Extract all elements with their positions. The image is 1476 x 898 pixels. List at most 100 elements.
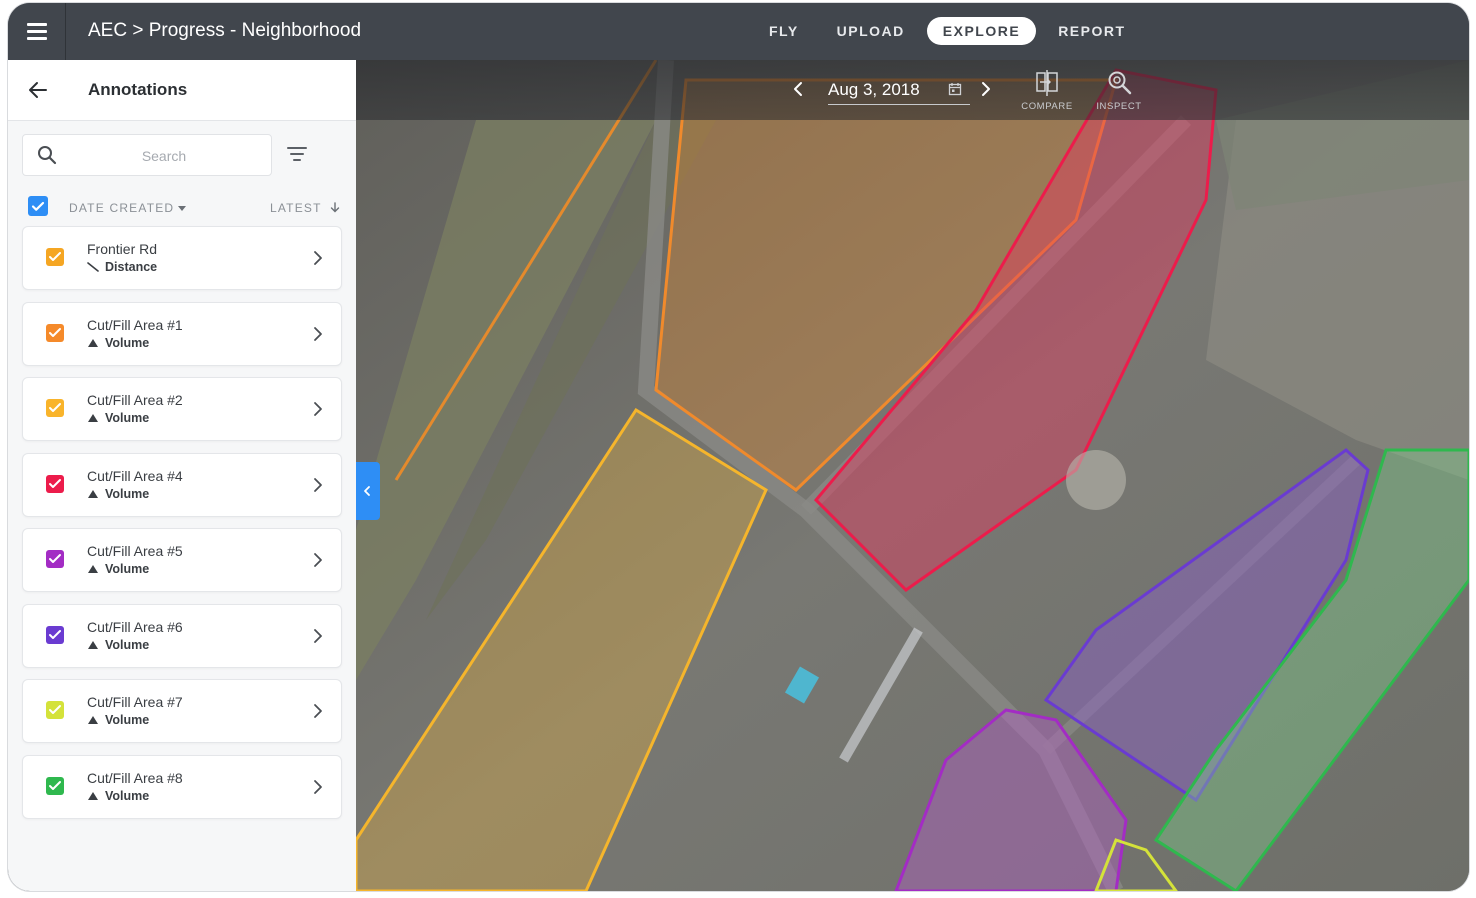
annotation-type-label: Volume [105, 486, 150, 501]
volume-icon [88, 338, 98, 347]
search-input[interactable] [67, 141, 261, 171]
annotation-checkbox[interactable] [46, 399, 64, 417]
volume-icon [88, 791, 98, 800]
annotation-checkbox[interactable] [46, 701, 64, 719]
annotation-checkbox[interactable] [46, 248, 64, 266]
annotation-checkbox[interactable] [46, 323, 64, 342]
arrow-down-icon [330, 202, 340, 213]
annotation-item[interactable]: Cut/Fill Area #6 Volume [22, 603, 342, 668]
date-picker[interactable]: Aug 3, 2018 [828, 76, 970, 105]
nav-tab-explore[interactable]: EXPLORE [926, 17, 1037, 45]
annotation-name: Frontier Rd [87, 241, 158, 257]
annotation-item[interactable]: Cut/Fill Area #2 Volume [22, 377, 342, 441]
chevron-right-icon [314, 477, 322, 492]
annotation-item[interactable]: Cut/Fill Area #8 Volume [22, 754, 342, 819]
sort-order-toggle[interactable]: LATEST [270, 201, 340, 215]
annotation-type: Volume [87, 562, 149, 576]
annotation-name: Cut/Fill Area #4 [87, 467, 183, 484]
annotation-type: Volume [87, 638, 149, 652]
caret-down-icon [178, 206, 187, 212]
menu-button[interactable] [8, 3, 66, 60]
annotation-item[interactable]: Cut/Fill Area #5 Volume [22, 528, 342, 592]
calendar-icon [948, 83, 962, 96]
hamburger-icon [26, 21, 47, 42]
annotation-type-label: Volume [105, 335, 150, 350]
annotation-type: Volume [87, 487, 149, 501]
annotation-type-label: Volume [105, 562, 150, 576]
date-value: Aug 3, 2018 [828, 80, 920, 99]
main-nav: FLY UPLOAD EXPLORE REPORT [753, 17, 1148, 45]
check-icon [31, 201, 45, 211]
check-icon [49, 554, 61, 563]
chevron-right-icon [314, 402, 322, 416]
annotation-name: Cut/Fill Area #2 [87, 392, 183, 408]
line-icon [87, 262, 99, 272]
compare-label: COMPARE [1021, 101, 1073, 112]
annotation-type-label: Volume [105, 637, 150, 652]
inspect-icon [1108, 71, 1132, 95]
sort-field-label: DATE CREATED [69, 201, 175, 215]
annotation-name: Cut/Fill Area #1 [87, 316, 183, 333]
annotation-type: Volume [87, 411, 149, 425]
nav-tab-report[interactable]: REPORT [1042, 17, 1141, 45]
inspect-label: INSPECT [1096, 101, 1142, 112]
annotation-item[interactable]: Cut/Fill Area #7 Volume [22, 679, 342, 743]
chevron-left-icon [364, 486, 370, 496]
compare-button[interactable]: COMPARE [1016, 68, 1078, 114]
annotation-type-label: Volume [105, 411, 150, 425]
annotation-item[interactable]: Cut/Fill Area #4 Volume [22, 452, 342, 517]
check-icon [49, 705, 61, 714]
check-icon [49, 327, 61, 337]
check-icon [49, 478, 61, 488]
chevron-right-icon [314, 628, 322, 643]
filter-icon[interactable] [286, 144, 308, 164]
sort-row: DATE CREATED LATEST [8, 192, 356, 222]
sort-order-label: LATEST [270, 201, 322, 215]
chevron-right-icon[interactable] [980, 80, 992, 98]
date-toolbar: Aug 3, 2018 COMPARE INSPECT [356, 60, 1469, 120]
search-icon [38, 146, 57, 165]
search-box [22, 134, 272, 176]
page-title: AEC > Progress - Neighborhood [88, 20, 362, 41]
top-bar: AEC > Progress - Neighborhood FLY UPLOAD… [8, 3, 1469, 60]
annotation-name: Cut/Fill Area #8 [87, 769, 183, 786]
annotation-type-label: Volume [105, 713, 150, 727]
annotation-checkbox[interactable] [46, 776, 64, 795]
annotation-checkbox[interactable] [46, 625, 64, 644]
annotation-checkbox[interactable] [46, 550, 64, 568]
annotation-name: Cut/Fill Area #5 [87, 543, 183, 559]
chevron-left-icon[interactable] [792, 80, 804, 98]
annotation-type: Distance [87, 260, 157, 274]
nav-tab-upload[interactable]: UPLOAD [821, 17, 921, 45]
sort-field-dropdown[interactable]: DATE CREATED [69, 201, 187, 215]
volume-icon [88, 565, 98, 573]
annotation-list: Frontier Rd Distance Cut/Fill Area #1 Volum… [22, 226, 342, 830]
annotation-checkbox[interactable] [46, 474, 64, 493]
volume-icon [88, 489, 98, 498]
annotations-sidebar: Annotations DATE CREATED LATEST [8, 60, 356, 891]
volume-icon [88, 716, 98, 724]
annotation-name: Cut/Fill Area #6 [87, 618, 183, 635]
annotation-type: Volume [87, 789, 149, 803]
app-window: AEC > Progress - Neighborhood FLY UPLOAD… [8, 3, 1469, 891]
check-icon [49, 252, 61, 261]
annotation-item[interactable]: Cut/Fill Area #1 Volume [22, 301, 342, 366]
volume-icon [88, 640, 98, 649]
annotation-type-label: Volume [105, 788, 150, 803]
map-view[interactable]: Aug 3, 2018 COMPARE INSPECT [356, 60, 1469, 891]
annotation-type: Volume [87, 336, 149, 350]
inspect-button[interactable]: INSPECT [1088, 68, 1150, 114]
select-all-checkbox[interactable] [28, 196, 48, 216]
sidebar-header: Annotations [8, 60, 356, 121]
sidebar-title: Annotations [88, 80, 188, 99]
back-arrow-icon[interactable] [26, 78, 50, 102]
annotation-type-label: Distance [105, 260, 158, 274]
nav-tab-fly[interactable]: FLY [753, 17, 815, 45]
check-icon [49, 629, 61, 639]
annotation-item[interactable]: Frontier Rd Distance [22, 226, 342, 290]
annotation-name: Cut/Fill Area #7 [87, 694, 183, 710]
collapse-sidebar-button[interactable] [356, 462, 380, 520]
chevron-right-icon [314, 779, 322, 794]
chevron-right-icon [314, 553, 322, 567]
chevron-right-icon [314, 326, 322, 341]
